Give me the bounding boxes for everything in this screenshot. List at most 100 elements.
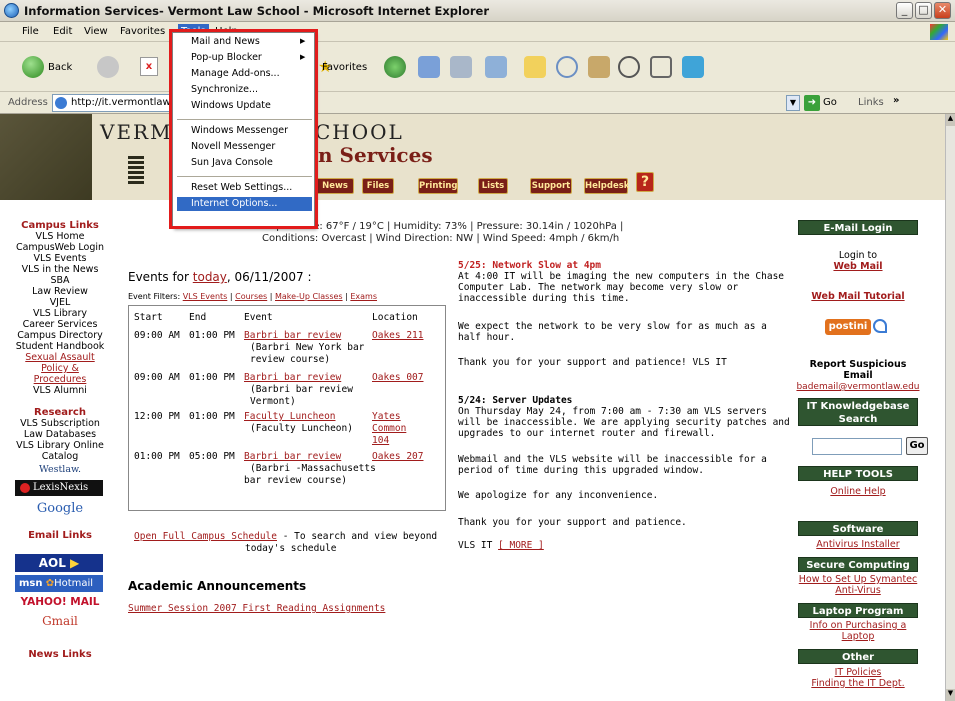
link-library-online[interactable]: VLS Library Online	[0, 440, 120, 451]
nav-lists[interactable]: Lists	[478, 178, 508, 194]
link-sexual-assault-3[interactable]: Procedures	[0, 374, 120, 385]
discuss-icon[interactable]	[524, 56, 546, 78]
bookmark-icon[interactable]	[682, 56, 704, 78]
finding-it-link[interactable]: Finding the IT Dept.	[798, 678, 918, 689]
link-vjel[interactable]: VJEL	[0, 297, 120, 308]
link-vls-alumni[interactable]: VLS Alumni	[0, 385, 120, 396]
other-head: Other	[798, 649, 918, 664]
lexisnexis-logo[interactable]: LexisNexis	[15, 480, 103, 496]
row1-location[interactable]: Oakes 211	[372, 330, 423, 341]
go-arrow-icon[interactable]: ➜	[804, 95, 820, 111]
link-catalog[interactable]: Catalog	[0, 451, 120, 462]
scroll-up-icon[interactable]: ▲	[946, 114, 955, 126]
link-career-services[interactable]: Career Services	[0, 319, 120, 330]
link-sexual-assault-2[interactable]: Policy &	[0, 363, 120, 374]
link-vls-library[interactable]: VLS Library	[0, 308, 120, 319]
history-icon[interactable]	[384, 56, 406, 78]
postini-logo[interactable]: postini	[825, 319, 871, 335]
kb-search-input[interactable]	[812, 438, 902, 455]
menu-view[interactable]: View	[84, 26, 108, 37]
link-law-review[interactable]: Law Review	[0, 286, 120, 297]
aol-logo[interactable]: AOL ▶	[15, 554, 103, 572]
row2-location[interactable]: Oakes 007	[372, 372, 423, 383]
stop-icon[interactable]: x	[140, 57, 158, 76]
back-arrow-icon[interactable]	[22, 56, 44, 78]
link-vls-news[interactable]: VLS in the News	[0, 264, 120, 275]
nav-news[interactable]: News	[316, 178, 354, 194]
link-student-handbook[interactable]: Student Handbook	[0, 341, 120, 352]
more-link[interactable]: [ MORE ]	[498, 540, 544, 551]
row2-event-link[interactable]: Barbri bar review	[244, 372, 341, 383]
row3-event-link[interactable]: Faculty Luncheon	[244, 411, 336, 422]
gmail-logo[interactable]: Gmail	[0, 614, 120, 628]
close-icon[interactable]: ✕	[934, 2, 951, 19]
address-dropdown-icon[interactable]: ▼	[786, 95, 800, 111]
row3-location-2[interactable]: Common	[372, 423, 406, 434]
users-icon[interactable]	[618, 56, 640, 78]
filter-makeup[interactable]: Make-Up Classes	[275, 292, 343, 301]
antivirus-link[interactable]: Antivirus Installer	[798, 539, 918, 550]
links-chevron-icon[interactable]: »	[893, 95, 899, 106]
forward-arrow-icon[interactable]	[97, 56, 119, 78]
left-sidebar: Campus Links VLS Home CampusWeb Login VL…	[0, 218, 120, 701]
academic-link[interactable]: Summer Session 2007 First Reading Assign…	[128, 603, 385, 614]
today-link[interactable]: today	[193, 270, 227, 284]
kb-go-button[interactable]: Go	[906, 437, 928, 455]
favorites-label[interactable]: Favorites	[322, 62, 367, 73]
filter-exams[interactable]: Exams	[350, 292, 377, 301]
link-campus-directory[interactable]: Campus Directory	[0, 330, 120, 341]
address-input[interactable]: http://it.vermontlaw	[52, 94, 174, 112]
google-logo[interactable]: Google	[0, 501, 120, 516]
link-vls-subscription[interactable]: VLS Subscription	[0, 418, 120, 429]
back-label[interactable]: Back	[48, 62, 72, 73]
go-button[interactable]: Go	[823, 97, 837, 108]
restore-icon[interactable]: □	[915, 2, 932, 19]
filter-courses[interactable]: Courses	[235, 292, 267, 301]
edit-icon[interactable]	[485, 56, 507, 78]
mail-icon[interactable]	[418, 56, 440, 78]
col-event: Event	[244, 312, 273, 323]
link-vls-events[interactable]: VLS Events	[0, 253, 120, 264]
vertical-scrollbar[interactable]: ▲ ▼	[945, 114, 955, 701]
messenger-icon[interactable]	[588, 56, 610, 78]
nav-support[interactable]: Support	[530, 178, 572, 194]
menu-favorites[interactable]: Favorites	[120, 26, 165, 37]
hotmail-logo[interactable]: msn ✿Hotmail	[15, 575, 103, 592]
row4-event-link[interactable]: Barbri bar review	[244, 451, 341, 462]
nav-helpdesk[interactable]: Helpdesk	[584, 178, 629, 194]
row3-location-3[interactable]: 104	[372, 435, 389, 446]
web-mail-link[interactable]: Web Mail	[798, 261, 918, 272]
row3-location-1[interactable]: Yates	[372, 411, 401, 422]
westlaw-logo[interactable]: Westlaw.	[0, 464, 120, 475]
link-sexual-assault-1[interactable]: Sexual Assault	[0, 352, 120, 363]
symantec-link-2[interactable]: Anti-Virus	[798, 585, 918, 596]
link-sba[interactable]: SBA	[0, 275, 120, 286]
nav-files[interactable]: Files	[362, 178, 394, 194]
link-campusweb[interactable]: CampusWeb Login	[0, 242, 120, 253]
report-email-text: Email	[843, 370, 873, 381]
yahoo-mail-logo[interactable]: YAHOO! MAIL	[0, 596, 120, 608]
links-button[interactable]: Links	[858, 97, 884, 108]
link-law-databases[interactable]: Law Databases	[0, 429, 120, 440]
nav-printing[interactable]: Printing	[418, 178, 458, 194]
print-icon[interactable]	[450, 56, 472, 78]
help-question-icon[interactable]: ?	[636, 172, 654, 192]
full-schedule-link[interactable]: Open Full Campus Schedule	[134, 531, 277, 542]
row4-location[interactable]: Oakes 207	[372, 451, 423, 462]
web-mail-tutorial-link[interactable]: Web Mail Tutorial	[798, 291, 918, 302]
link-vls-home[interactable]: VLS Home	[0, 231, 120, 242]
symantec-link-1[interactable]: How to Set Up Symantec	[796, 574, 920, 585]
laptop-link-1[interactable]: Info on Purchasing a	[798, 620, 918, 631]
row1-event-link[interactable]: Barbri bar review	[244, 330, 341, 341]
bademail-link[interactable]: bademail@vermontlaw.edu	[796, 382, 920, 392]
menu-file[interactable]: File	[22, 26, 39, 37]
research-icon[interactable]	[556, 56, 578, 78]
menu-edit[interactable]: Edit	[53, 26, 72, 37]
filter-vls-events[interactable]: VLS Events	[183, 292, 228, 301]
it-policies-link[interactable]: IT Policies	[798, 667, 918, 678]
minimize-icon[interactable]: _	[896, 2, 913, 19]
laptop-link-2[interactable]: Laptop	[798, 631, 918, 642]
online-help-link[interactable]: Online Help	[798, 486, 918, 497]
window-icon[interactable]	[650, 56, 672, 78]
scroll-down-icon[interactable]: ▼	[946, 689, 955, 701]
